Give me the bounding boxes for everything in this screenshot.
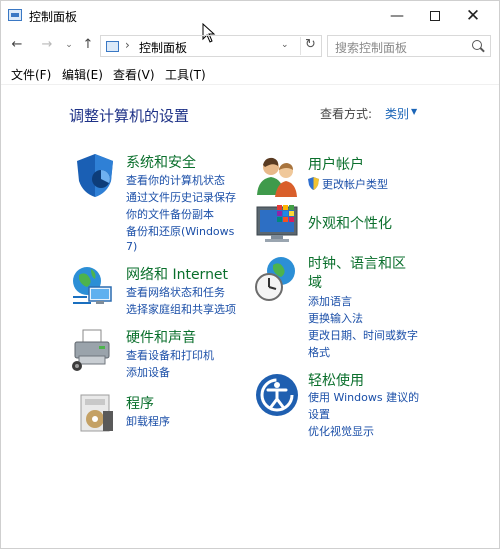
category-appearance-personalization[interactable]: 外观和个性化 bbox=[308, 213, 392, 233]
category-hardware-sound[interactable]: 硬件和声音 bbox=[126, 327, 196, 347]
monitor-icon[interactable] bbox=[253, 201, 301, 249]
link-uninstall-program[interactable]: 卸载程序 bbox=[126, 413, 170, 429]
link-windows-suggested-settings-continued[interactable]: 设置 bbox=[308, 406, 330, 422]
address-dropdown-button[interactable]: ⌄ bbox=[281, 40, 289, 50]
menu-tools[interactable]: 工具(T) bbox=[165, 66, 206, 83]
link-backup-restore[interactable]: 备份和还原(Windows bbox=[126, 223, 234, 239]
link-view-computer-status[interactable]: 查看你的计算机状态 bbox=[126, 172, 225, 188]
breadcrumb-control-panel[interactable]: 控制面板 bbox=[139, 39, 187, 56]
maximize-icon bbox=[430, 11, 440, 21]
forward-button[interactable]: → bbox=[39, 36, 55, 54]
navigation-bar: ← → ⌄ ↑ › 控制面板 ⌄ ↻ 搜索控制面板 bbox=[1, 33, 499, 59]
link-homegroup-sharing[interactable]: 选择家庭组和共享选项 bbox=[126, 301, 236, 317]
category-user-accounts[interactable]: 用户帐户 bbox=[308, 154, 364, 174]
menu-view[interactable]: 查看(V) bbox=[113, 66, 155, 83]
ease-of-access-icon[interactable] bbox=[253, 371, 301, 419]
recent-locations-button[interactable]: ⌄ bbox=[61, 36, 77, 54]
control-panel-window: 控制面板 — ✕ ← → ⌄ ↑ › 控制面板 ⌄ ↻ 搜索控制面板 文件(F)… bbox=[0, 0, 500, 549]
link-backup-restore-continued[interactable]: 7) bbox=[126, 240, 137, 253]
up-button[interactable]: ↑ bbox=[80, 36, 96, 54]
minimize-button[interactable]: — bbox=[377, 1, 417, 31]
menu-bar: 文件(F) 编辑(E) 查看(V) 工具(T) bbox=[1, 63, 499, 85]
page-title: 调整计算机的设置 bbox=[69, 107, 190, 125]
programs-icon[interactable] bbox=[73, 389, 121, 437]
breadcrumb-separator-icon: › bbox=[125, 38, 130, 52]
users-icon[interactable] bbox=[253, 153, 301, 201]
link-change-input-method[interactable]: 更换输入法 bbox=[308, 310, 363, 326]
close-button[interactable]: ✕ bbox=[453, 1, 493, 31]
link-network-status[interactable]: 查看网络状态和任务 bbox=[126, 284, 225, 300]
link-add-device[interactable]: 添加设备 bbox=[126, 364, 170, 380]
view-by-label: 查看方式: bbox=[320, 107, 373, 121]
link-change-date-time-format-continued[interactable]: 格式 bbox=[308, 344, 330, 360]
title-bar[interactable]: 控制面板 — ✕ bbox=[1, 1, 499, 31]
link-change-date-time-format[interactable]: 更改日期、时间或数字 bbox=[308, 327, 418, 343]
chevron-down-icon[interactable]: ▼ bbox=[411, 107, 417, 116]
view-by-dropdown[interactable]: 类别 bbox=[385, 105, 409, 122]
refresh-button[interactable]: ↻ bbox=[300, 37, 316, 55]
control-panel-icon bbox=[8, 9, 22, 21]
search-icon[interactable] bbox=[472, 40, 482, 50]
category-programs[interactable]: 程序 bbox=[126, 393, 154, 413]
link-file-history-save[interactable]: 通过文件历史记录保存 bbox=[126, 189, 236, 205]
search-input[interactable]: 搜索控制面板 bbox=[335, 39, 407, 56]
shield-icon[interactable] bbox=[71, 151, 119, 199]
category-ease-of-access[interactable]: 轻松使用 bbox=[308, 370, 364, 390]
search-box[interactable]: 搜索控制面板 bbox=[327, 35, 491, 57]
link-file-history-backup[interactable]: 你的文件备份副本 bbox=[126, 206, 214, 222]
menu-edit[interactable]: 编辑(E) bbox=[62, 66, 103, 83]
admin-shield-icon bbox=[308, 177, 319, 190]
control-panel-icon bbox=[106, 41, 119, 52]
link-optimize-visual-display[interactable]: 优化视觉显示 bbox=[308, 423, 374, 439]
category-clock-language-region-continued[interactable]: 域 bbox=[308, 272, 322, 292]
network-globe-icon[interactable] bbox=[69, 263, 117, 311]
link-devices-printers[interactable]: 查看设备和打印机 bbox=[126, 347, 214, 363]
menu-file[interactable]: 文件(F) bbox=[11, 66, 51, 83]
category-network-internet[interactable]: 网络和 Internet bbox=[126, 264, 228, 284]
category-system-security[interactable]: 系统和安全 bbox=[126, 152, 196, 172]
back-button[interactable]: ← bbox=[9, 36, 25, 54]
link-add-language[interactable]: 添加语言 bbox=[308, 293, 352, 309]
window-title: 控制面板 bbox=[29, 10, 78, 24]
category-clock-language-region[interactable]: 时钟、语言和区 bbox=[308, 253, 406, 273]
clock-globe-icon[interactable] bbox=[253, 255, 301, 303]
maximize-button[interactable] bbox=[415, 1, 455, 31]
address-bar[interactable]: › 控制面板 ⌄ ↻ bbox=[100, 35, 322, 57]
link-change-account-type[interactable]: 更改帐户类型 bbox=[322, 176, 388, 192]
printer-icon[interactable] bbox=[69, 326, 117, 374]
link-windows-suggested-settings[interactable]: 使用 Windows 建议的 bbox=[308, 389, 419, 405]
